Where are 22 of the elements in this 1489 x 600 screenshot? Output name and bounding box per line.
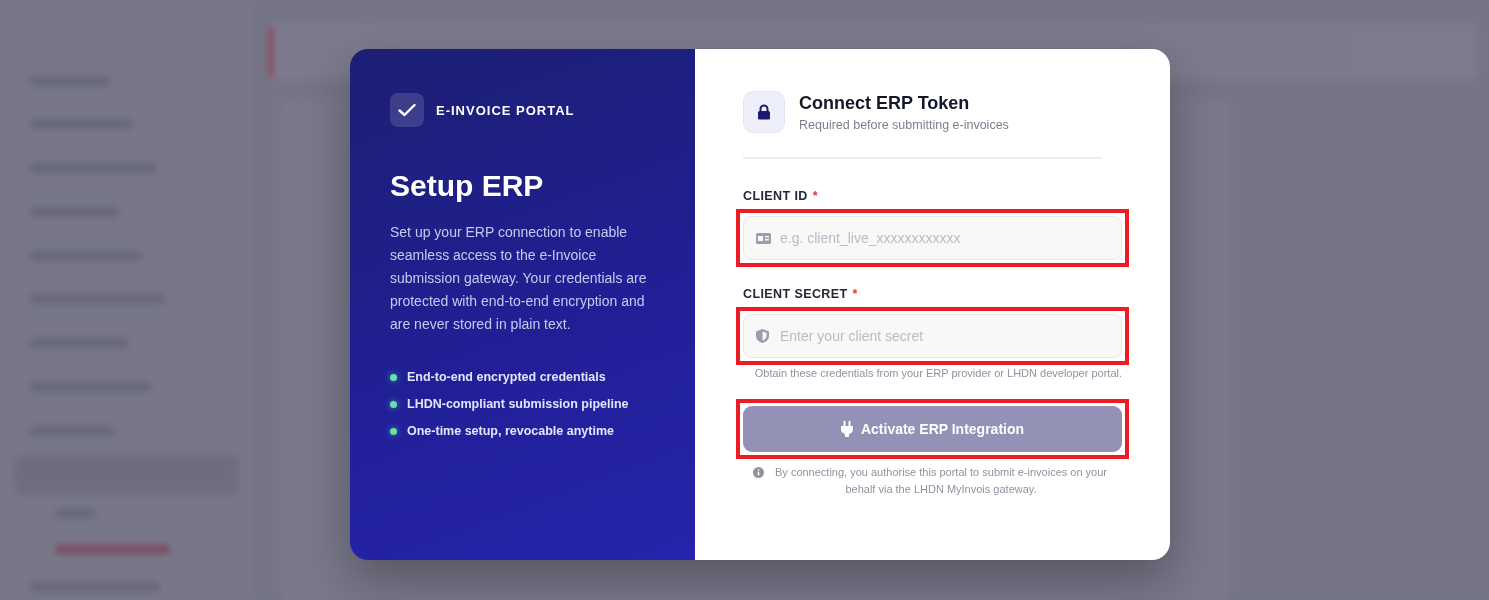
credentials-hint: Obtain these credentials from your ERP provider or LHDN developer portal. (753, 367, 1122, 379)
input-field[interactable]: Enter your client secret (743, 314, 1122, 358)
feature-text: LHDN-compliant submission pipeline (407, 397, 629, 411)
required-mark: * (812, 189, 818, 203)
input-field[interactable]: e.g. client_live_xxxxxxxxxxxx (743, 216, 1122, 260)
lock-icon (743, 91, 785, 133)
consent-notice: By connecting, you authorise this portal to submit e-invoices on your behalf via the LHDN MyInvois gateway. (774, 465, 1108, 497)
id-card-icon (756, 232, 771, 244)
feature-text: End-to-end encrypted credentials (407, 370, 606, 384)
shield-icon (756, 329, 769, 343)
panel-title: Setup ERP (390, 169, 545, 203)
check-icon (390, 93, 424, 127)
info-icon (753, 467, 764, 478)
feature-text: One-time setup, revocable anytime (407, 424, 614, 438)
form-subtitle: Required before submitting e-invoices (799, 117, 1009, 132)
field-label: CLIENT SECRET (743, 287, 848, 301)
field-label: CLIENT ID (743, 189, 808, 203)
brand-label: E-INVOICE PORTAL (436, 102, 575, 118)
plug-icon (840, 421, 853, 437)
panel-description: Set up your ERP connection to enable seamless access to the e-Invoice submission gateway. Your credentials are protected with end-to-end encryption and are never stored in plain text. (390, 223, 648, 334)
form-title: Connect ERP Token (799, 92, 971, 114)
required-mark: * (852, 287, 858, 301)
